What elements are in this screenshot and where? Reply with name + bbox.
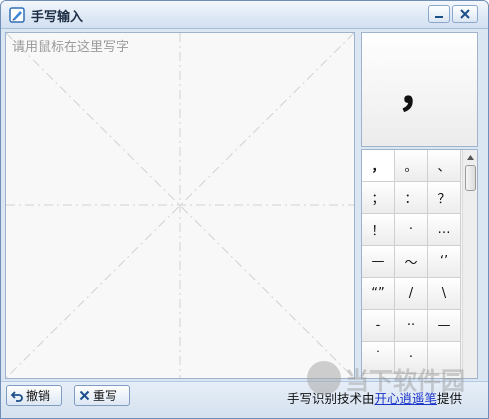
pen-pad-icon bbox=[9, 7, 25, 23]
candidate-cell[interactable]: ； bbox=[362, 182, 395, 214]
pad-guide-lines bbox=[6, 33, 354, 378]
handwriting-pad[interactable]: 请用鼠标在这里写字 bbox=[5, 32, 355, 379]
candidate-cell[interactable]: ： bbox=[395, 182, 428, 214]
rewrite-button[interactable]: 重写 bbox=[74, 385, 130, 406]
window-title: 手写输入 bbox=[31, 10, 84, 25]
undo-arrow-icon bbox=[11, 390, 23, 402]
undo-label: 撤销 bbox=[26, 389, 51, 403]
candidate-cell[interactable]: ～ bbox=[395, 246, 428, 278]
candidate-cell[interactable]: - bbox=[362, 310, 395, 342]
close-button[interactable] bbox=[452, 5, 478, 23]
scroll-up-button[interactable] bbox=[463, 150, 477, 164]
handwriting-window: 手写输入 请用鼠标在这里写字 ， ，。、；：？！ ·… — ～ ‘’ “” / \ - ·· — ˙ · bbox=[0, 0, 489, 419]
candidate-cell[interactable]: / bbox=[395, 278, 428, 310]
title-bar[interactable]: 手写输入 bbox=[1, 1, 488, 29]
chevron-up-icon bbox=[467, 154, 474, 160]
pad-hint-text: 请用鼠标在这里写字 bbox=[12, 40, 130, 55]
credit-link[interactable]: 开心逍遥笔 bbox=[375, 391, 438, 406]
candidate-panel: ，。、；：？！ ·… — ～ ‘’ “” / \ - ·· — ˙ · bbox=[361, 149, 478, 379]
candidate-cell[interactable]: ·· bbox=[395, 310, 428, 342]
candidate-cell[interactable]: ‘’ bbox=[428, 246, 461, 278]
bottom-toolbar: 撤销 重写 手写识别技术由开心逍遥笔提供 bbox=[1, 381, 488, 418]
candidate-cell[interactable]: 、 bbox=[428, 150, 461, 182]
credit-suffix: 提供 bbox=[437, 391, 463, 406]
minimize-icon bbox=[435, 16, 443, 18]
recognized-char-preview: ， bbox=[361, 32, 478, 147]
candidate-cell[interactable]: “” bbox=[362, 278, 395, 310]
candidate-cell[interactable]: — bbox=[428, 310, 461, 342]
candidate-cell[interactable] bbox=[428, 342, 461, 374]
undo-button[interactable]: 撤销 bbox=[6, 385, 62, 406]
credit-text: 手写识别技术由开心逍遥笔提供 bbox=[287, 388, 462, 407]
rewrite-label: 重写 bbox=[93, 389, 118, 403]
candidate-cell[interactable]: ！ bbox=[362, 214, 395, 246]
candidate-cell[interactable]: 。 bbox=[395, 150, 428, 182]
close-icon bbox=[460, 9, 470, 19]
clear-x-icon bbox=[79, 390, 90, 401]
preview-char: ， bbox=[397, 65, 442, 117]
candidate-cell[interactable]: … bbox=[428, 214, 461, 246]
candidate-cell[interactable]: · bbox=[395, 214, 428, 246]
candidate-cell[interactable]: ？ bbox=[428, 182, 461, 214]
minimize-button[interactable] bbox=[428, 5, 450, 23]
candidate-cell[interactable]: \ bbox=[428, 278, 461, 310]
scroll-thumb[interactable] bbox=[465, 165, 476, 191]
credit-prefix: 手写识别技术由 bbox=[287, 391, 375, 406]
candidate-cell[interactable]: — bbox=[362, 246, 395, 278]
candidate-cell[interactable]: ˙ bbox=[362, 342, 395, 374]
candidate-grid: ，。、；：？！ ·… — ～ ‘’ “” / \ - ·· — ˙ · bbox=[362, 150, 462, 374]
candidate-cell[interactable]: ， bbox=[362, 150, 395, 182]
candidate-scrollbar[interactable] bbox=[462, 150, 477, 378]
candidate-cell[interactable]: · bbox=[395, 342, 428, 374]
